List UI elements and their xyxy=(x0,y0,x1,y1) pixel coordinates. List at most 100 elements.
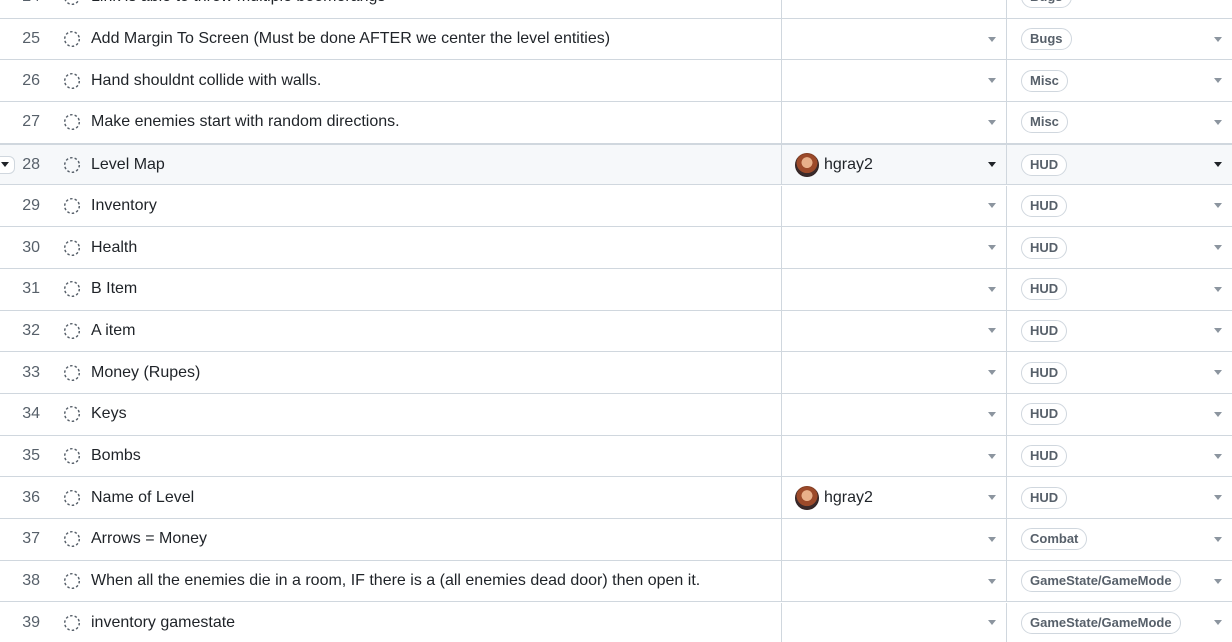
label-badge[interactable]: HUD xyxy=(1021,278,1068,301)
labels-cell[interactable]: HUD xyxy=(1008,436,1232,477)
title-cell[interactable]: Hand shouldnt collide with walls. xyxy=(63,60,782,102)
chevron-down-icon[interactable] xyxy=(985,32,999,46)
label-badge[interactable]: HUD xyxy=(1021,486,1068,509)
assignees-cell[interactable] xyxy=(782,227,1007,268)
assignees-cell[interactable] xyxy=(782,310,1007,352)
item-title[interactable]: Level Map xyxy=(91,156,165,174)
item-title[interactable]: Link is able to throw multiple boomerang… xyxy=(91,0,385,6)
item-title[interactable]: Keys xyxy=(91,405,127,423)
labels-cell[interactable]: Combat xyxy=(1008,519,1232,560)
chevron-down-icon[interactable] xyxy=(1211,574,1225,588)
chevron-down-icon[interactable] xyxy=(985,199,999,213)
chevron-down-icon[interactable] xyxy=(1211,115,1225,129)
item-title[interactable]: A item xyxy=(91,322,135,340)
table-row[interactable]: 28 Level Map hgray2 HUD xyxy=(0,143,1232,186)
table-row[interactable]: 25 Add Margin To Screen (Must be done AFT… xyxy=(0,18,1232,61)
title-cell[interactable]: Inventory xyxy=(63,185,782,227)
title-cell[interactable]: B Item xyxy=(63,268,782,310)
chevron-down-icon[interactable] xyxy=(985,407,999,421)
title-cell[interactable]: Bombs xyxy=(63,435,782,477)
row-menu-button[interactable] xyxy=(0,155,15,174)
label-badge[interactable]: Bugs xyxy=(1021,0,1072,9)
chevron-down-icon[interactable] xyxy=(985,366,999,380)
chevron-down-icon[interactable] xyxy=(1211,32,1225,46)
item-title[interactable]: Health xyxy=(91,239,137,257)
table-row[interactable]: 35 Bombs HUD xyxy=(0,435,1232,478)
assignees-cell[interactable] xyxy=(782,519,1007,560)
assignees-cell[interactable] xyxy=(782,102,1007,143)
chevron-down-icon[interactable] xyxy=(1211,366,1225,380)
title-cell[interactable]: A item xyxy=(63,310,782,352)
table-row[interactable]: 37 Arrows = Money Combat xyxy=(0,519,1232,561)
chevron-down-icon[interactable] xyxy=(1211,158,1225,172)
title-cell[interactable]: Link is able to throw multiple boomerang… xyxy=(63,0,782,18)
labels-cell[interactable]: HUD xyxy=(1008,352,1232,393)
chevron-down-icon[interactable] xyxy=(1211,407,1225,421)
chevron-down-icon[interactable] xyxy=(1211,449,1225,463)
item-title[interactable]: B Item xyxy=(91,280,137,298)
assignees-cell[interactable] xyxy=(782,185,1007,227)
label-badge[interactable]: GameState/GameMode xyxy=(1021,611,1181,634)
title-cell[interactable]: Name of Level xyxy=(63,477,782,519)
chevron-down-icon[interactable] xyxy=(985,574,999,588)
title-cell[interactable]: Make enemies start with random direction… xyxy=(63,102,782,143)
title-cell[interactable]: Arrows = Money xyxy=(63,519,782,560)
table-row[interactable]: 31 B Item HUD xyxy=(0,268,1232,311)
chevron-down-icon[interactable] xyxy=(985,491,999,505)
label-badge[interactable]: HUD xyxy=(1021,319,1068,342)
assignees-cell[interactable] xyxy=(782,268,1007,310)
assignees-cell[interactable] xyxy=(782,602,1007,642)
chevron-down-icon[interactable] xyxy=(985,532,999,546)
chevron-down-icon[interactable] xyxy=(985,616,999,630)
title-cell[interactable]: When all the enemies die in a room, IF t… xyxy=(63,560,782,602)
label-badge[interactable]: Bugs xyxy=(1021,28,1072,51)
table-row[interactable]: 26 Hand shouldnt collide with walls. Misc xyxy=(0,60,1232,103)
labels-cell[interactable]: HUD xyxy=(1008,311,1232,352)
assignees-cell[interactable] xyxy=(782,352,1007,393)
assignees-cell[interactable] xyxy=(782,60,1007,102)
labels-cell[interactable]: Misc xyxy=(1008,102,1232,143)
chevron-down-icon[interactable] xyxy=(1211,532,1225,546)
labels-cell[interactable]: HUD xyxy=(1008,145,1232,185)
label-badge[interactable]: HUD xyxy=(1021,153,1068,176)
chevron-down-icon[interactable] xyxy=(985,115,999,129)
item-title[interactable]: Arrows = Money xyxy=(91,530,207,548)
labels-cell[interactable]: GameState/GameMode xyxy=(1008,603,1232,642)
chevron-down-icon[interactable] xyxy=(1211,74,1225,88)
labels-cell[interactable]: GameState/GameMode xyxy=(1008,561,1232,602)
chevron-down-icon[interactable] xyxy=(985,158,999,172)
labels-cell[interactable]: Bugs xyxy=(1008,0,1232,18)
labels-cell[interactable]: HUD xyxy=(1008,269,1232,310)
chevron-down-icon[interactable] xyxy=(985,241,999,255)
chevron-down-icon[interactable] xyxy=(1211,199,1225,213)
item-title[interactable]: Money (Rupes) xyxy=(91,364,200,382)
assignees-cell[interactable] xyxy=(782,560,1007,602)
table-row[interactable]: 27 Make enemies start with random directi… xyxy=(0,102,1232,144)
label-badge[interactable]: Misc xyxy=(1021,69,1068,92)
title-cell[interactable]: Health xyxy=(63,227,782,268)
chevron-down-icon[interactable] xyxy=(1211,324,1225,338)
title-cell[interactable]: Money (Rupes) xyxy=(63,352,782,393)
label-badge[interactable]: HUD xyxy=(1021,403,1068,426)
chevron-down-icon[interactable] xyxy=(1211,0,1225,4)
label-badge[interactable]: HUD xyxy=(1021,361,1068,384)
chevron-down-icon[interactable] xyxy=(1211,491,1225,505)
chevron-down-icon[interactable] xyxy=(1211,616,1225,630)
table-row[interactable]: 29 Inventory HUD xyxy=(0,185,1232,228)
item-title[interactable]: Name of Level xyxy=(91,489,194,507)
label-badge[interactable]: HUD xyxy=(1021,445,1068,468)
chevron-down-icon[interactable] xyxy=(985,449,999,463)
table-row[interactable]: 34 Keys HUD xyxy=(0,394,1232,436)
item-title[interactable]: Add Margin To Screen (Must be done AFTER… xyxy=(91,30,610,48)
assignees-cell[interactable] xyxy=(782,18,1007,60)
labels-cell[interactable]: HUD xyxy=(1008,186,1232,227)
label-badge[interactable]: HUD xyxy=(1021,236,1068,259)
label-badge[interactable]: Misc xyxy=(1021,111,1068,134)
table-row[interactable]: 32 A item HUD xyxy=(0,310,1232,353)
item-title[interactable]: inventory gamestate xyxy=(91,614,235,632)
title-cell[interactable]: inventory gamestate xyxy=(63,602,782,642)
chevron-down-icon[interactable] xyxy=(1211,241,1225,255)
table-row[interactable]: 36 Name of Level hgray2 HUD xyxy=(0,477,1232,520)
item-title[interactable]: Make enemies start with random direction… xyxy=(91,113,400,131)
item-title[interactable]: Bombs xyxy=(91,447,141,465)
